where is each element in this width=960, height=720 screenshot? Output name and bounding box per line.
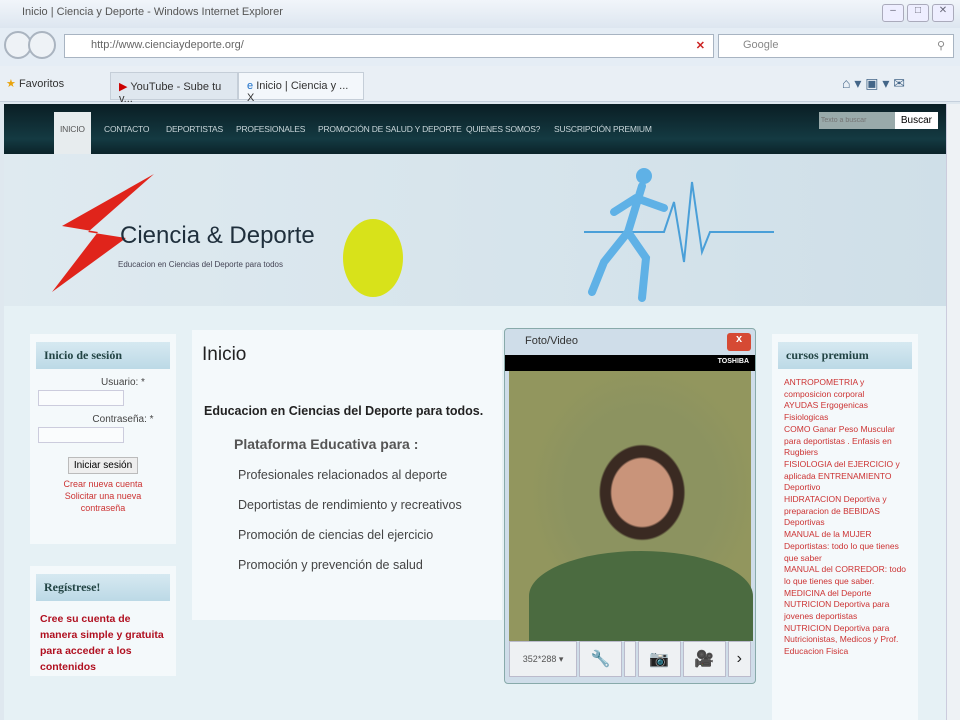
home-icon[interactable]: ⌂ ▾ ▣ ▾ ✉ — [842, 75, 905, 92]
main-subtitle: Plataforma Educativa para : — [234, 436, 419, 452]
site-search-button[interactable]: Buscar — [894, 112, 938, 129]
ie-icon: e — [247, 80, 254, 92]
premium-course-link[interactable]: HIDRATACION Deportiva y preparacion de B… — [772, 494, 918, 529]
logo-tagline: Educacion en Ciencias del Deporte para t… — [118, 260, 283, 269]
search-icon[interactable]: ⚲ — [937, 39, 945, 52]
star-icon: ★ — [6, 78, 16, 90]
site-search-input[interactable] — [818, 112, 895, 129]
username-input[interactable] — [38, 390, 124, 406]
favorites-label: Favoritos — [18, 78, 65, 90]
premium-course-link[interactable]: MANUAL de la MUJER Deportistas: todo lo … — [772, 529, 918, 564]
camera-photo-icon[interactable]: 📷 — [637, 641, 681, 677]
tab-youtube[interactable]: ▶ YouTube - Sube tu v... — [110, 72, 238, 105]
nav-quienes-somos[interactable]: QUIENES SOMOS? — [466, 124, 540, 134]
audience-item: Profesionales relacionados al deporte — [238, 468, 448, 482]
address-bar-row: http://www.cienciaydeporte.org/ ✕ Google ⚲ — [0, 28, 960, 66]
page-scrollbar[interactable] — [946, 104, 960, 720]
toolbar-divider — [624, 641, 636, 677]
main-lead: Educacion en Ciencias del Deporte para t… — [204, 404, 484, 418]
settings-wrench-icon[interactable]: 🔧 — [579, 641, 623, 677]
create-account-link[interactable]: Crear nueva cuenta — [30, 478, 176, 490]
tab-label: YouTube - Sube tu v... — [119, 81, 222, 105]
premium-course-link[interactable]: COMO Ganar Peso Muscular para deportista… — [772, 424, 918, 459]
password-label: Contraseña: * — [92, 414, 154, 425]
resolution-select[interactable]: 352*288 ▾ — [509, 641, 578, 677]
premium-course-link[interactable]: FISIOLOGIA del EJERCICIO y aplicada ENTR… — [772, 459, 918, 494]
camera-title: Foto/Video — [525, 335, 579, 347]
audience-item: Promoción de ciencias del ejercicio — [238, 528, 434, 542]
url-text: http://www.cienciaydeporte.org/ — [91, 39, 244, 51]
maximize-button[interactable]: □ — [907, 4, 929, 22]
nav-suscripcion[interactable]: SUSCRIPCIÓN PREMIUM — [554, 124, 652, 134]
camera-brand: TOSHIBA — [505, 355, 755, 371]
login-title: Inicio de sesión — [36, 342, 170, 369]
page-title: Inicio — [202, 344, 247, 365]
favorites-button[interactable]: ★ Favoritos — [6, 77, 64, 90]
window-titlebar: Inicio | Ciencia y Deporte - Windows Int… — [0, 0, 960, 28]
minimize-button[interactable]: – — [882, 4, 904, 22]
premium-course-link[interactable]: ANTROPOMETRIA y composicion corporal — [772, 377, 918, 400]
user-label: Usuario: * — [101, 377, 145, 388]
nav-deportistas[interactable]: DEPORTISTAS — [166, 124, 223, 134]
runner-graphic-icon — [584, 168, 774, 302]
chevron-right-icon[interactable]: › — [727, 641, 752, 677]
password-input[interactable] — [38, 427, 124, 443]
search-placeholder: Google — [743, 39, 779, 51]
resolution-value: 352*288 — [522, 654, 557, 664]
premium-course-link[interactable]: AYUDAS Ergogenicas Fisiologicas — [772, 400, 918, 423]
register-title: Regístrese! — [36, 574, 170, 601]
stop-icon[interactable]: ✕ — [696, 39, 705, 52]
search-input[interactable]: Google ⚲ — [718, 34, 954, 58]
premium-course-link[interactable]: NUTRICION Deportiva para jovenes deporti… — [772, 599, 918, 622]
login-button[interactable]: Iniciar sesión — [67, 457, 139, 474]
premium-course-link[interactable]: MEDICINA del Deporte — [772, 588, 918, 600]
tab-close-button[interactable]: X — [247, 92, 254, 104]
tab-inicio[interactable]: e Inicio | Ciencia y ... X — [238, 72, 364, 104]
premium-box: cursos premium ANTROPOMETRIA y composici… — [772, 334, 918, 720]
camera-close-button[interactable]: x — [727, 333, 751, 351]
logo-text: Ciencia & Deporte — [120, 222, 315, 249]
login-box: Inicio de sesión Usuario: * Contraseña: … — [30, 334, 176, 544]
tab-label: Inicio | Ciencia y ... — [256, 80, 349, 92]
site-banner: Ciencia & Deporte Educacion en Ciencias … — [4, 154, 946, 306]
forward-button[interactable] — [28, 31, 56, 59]
register-text: Cree su cuenta de manera simple y gratui… — [40, 613, 164, 673]
tabs-row: ★ Favoritos ▶ YouTube - Sube tu v... e I… — [0, 66, 960, 105]
page-content: Inicio de sesión Usuario: * Contraseña: … — [4, 306, 946, 720]
reset-password-link[interactable]: Solicitar una nueva contraseña — [30, 490, 176, 514]
site-navigation: INICIO CONTACTO DEPORTISTAS PROFESIONALE… — [4, 104, 946, 154]
premium-course-link[interactable]: NUTRICION Deportiva para Nutricionistas,… — [772, 623, 918, 658]
nav-contacto[interactable]: CONTACTO — [104, 124, 150, 134]
cursor-highlight — [343, 219, 403, 297]
audience-item: Deportistas de rendimiento y recreativos — [238, 498, 462, 512]
premium-title: cursos premium — [778, 342, 912, 369]
youtube-icon: ▶ — [119, 81, 128, 93]
window-title: Inicio | Ciencia y Deporte - Windows Int… — [22, 6, 283, 18]
nav-profesionales[interactable]: PROFESIONALES — [236, 124, 305, 134]
premium-course-link[interactable]: MANUAL del CORREDOR: todo lo que tienes … — [772, 564, 918, 587]
register-box: Regístrese! Cree su cuenta de manera sim… — [30, 566, 176, 676]
camera-window: Foto/Video x TOSHIBA 352*288 ▾ 🔧 📷 🎥 › — [504, 328, 756, 684]
nav-promocion[interactable]: PROMOCIÓN DE SALUD Y DEPORTE — [318, 124, 462, 134]
camera-video-feed — [509, 371, 753, 641]
video-record-icon[interactable]: 🎥 — [682, 641, 726, 677]
nav-inicio[interactable]: INICIO — [54, 112, 91, 154]
main-content: Inicio Educacion en Ciencias del Deporte… — [192, 330, 502, 620]
close-window-button[interactable]: ✕ — [932, 4, 954, 22]
audience-item: Promoción y prevención de salud — [238, 558, 423, 572]
address-input[interactable]: http://www.cienciaydeporte.org/ ✕ — [64, 34, 714, 58]
